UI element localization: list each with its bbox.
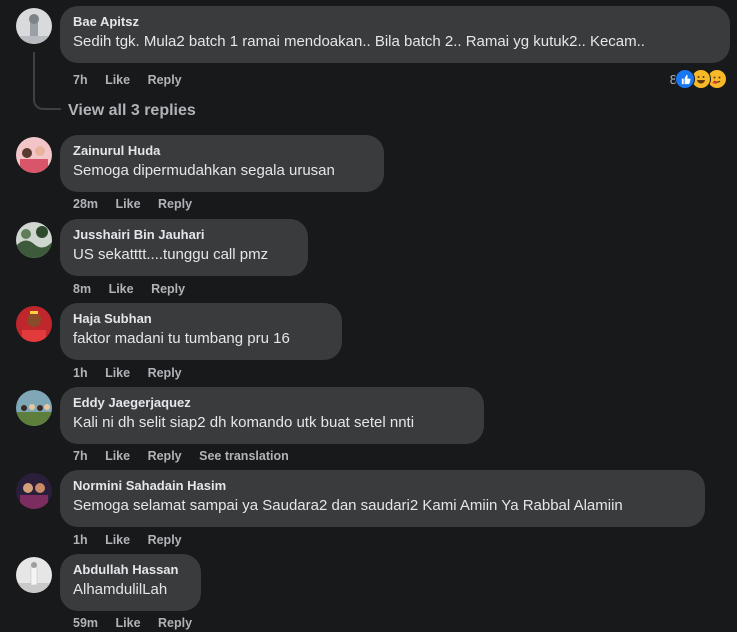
avatar[interactable]: [16, 473, 52, 509]
comment-author[interactable]: Eddy Jaegerjaquez: [73, 395, 471, 411]
like-button[interactable]: Like: [105, 449, 130, 463]
reply-button[interactable]: Reply: [148, 366, 182, 380]
reply-button[interactable]: Reply: [148, 73, 182, 87]
avatar[interactable]: [16, 557, 52, 593]
comment-author[interactable]: Bae Apitsz: [73, 14, 717, 30]
comment-meta: 8m Like Reply: [73, 281, 199, 297]
reaction-summary[interactable]: 8: [670, 68, 727, 90]
see-translation-link[interactable]: See translation: [199, 449, 289, 463]
comment-author[interactable]: Jusshairi Bin Jauhari: [73, 227, 295, 243]
comment-time[interactable]: 1h: [73, 366, 88, 380]
comment-bubble: Jusshairi Bin Jauhari US sekatttt....tun…: [60, 219, 308, 276]
reply-button[interactable]: Reply: [158, 616, 192, 630]
comment-text: Sedih tgk. Mula2 batch 1 ramai mendoakan…: [73, 33, 645, 50]
reply-button[interactable]: Reply: [148, 533, 182, 547]
like-button[interactable]: Like: [109, 282, 134, 296]
comment-bubble: Normini Sahadain Hasim Semoga selamat sa…: [60, 470, 705, 527]
avatar[interactable]: [16, 137, 52, 173]
comment-meta: 7h Like Reply See translation: [73, 448, 303, 464]
comment-text: faktor madani tu tumbang pru 16: [73, 330, 290, 347]
comment-meta: 1h Like Reply: [73, 532, 196, 548]
comment-time[interactable]: 59m: [73, 616, 98, 630]
comment-text: Semoga dipermudahkan segala urusan: [73, 162, 335, 179]
comment-bubble: Haja Subhan faktor madani tu tumbang pru…: [60, 303, 342, 360]
comment-time[interactable]: 7h: [73, 449, 88, 463]
comment-bubble: Zainurul Huda Semoga dipermudahkan segal…: [60, 135, 384, 192]
like-button[interactable]: Like: [116, 197, 141, 211]
reply-button[interactable]: Reply: [158, 197, 192, 211]
comment-text: US sekatttt....tunggu call pmz: [73, 246, 269, 263]
comment-meta: 28m Like Reply: [73, 196, 206, 212]
reply-button[interactable]: Reply: [151, 282, 185, 296]
comment-meta: 7h Like Reply: [73, 72, 196, 88]
comment-time[interactable]: 1h: [73, 533, 88, 547]
comment-author[interactable]: Haja Subhan: [73, 311, 329, 327]
reply-thread-connector: [33, 52, 61, 110]
like-button[interactable]: Like: [105, 533, 130, 547]
comment-author[interactable]: Zainurul Huda: [73, 143, 371, 159]
comment-bubble: Bae Apitsz Sedih tgk. Mula2 batch 1 rama…: [60, 6, 730, 63]
comment-text: Semoga selamat sampai ya Saudara2 dan sa…: [73, 497, 623, 514]
comment-author[interactable]: Normini Sahadain Hasim: [73, 478, 692, 494]
comment-time[interactable]: 8m: [73, 282, 91, 296]
comment-time[interactable]: 7h: [73, 73, 88, 87]
comment-bubble: Eddy Jaegerjaquez Kali ni dh selit siap2…: [60, 387, 484, 444]
comment-author[interactable]: Abdullah Hassan: [73, 562, 188, 578]
avatar[interactable]: [16, 390, 52, 426]
comment-text: AlhamdulilLah: [73, 581, 168, 598]
avatar[interactable]: [16, 8, 52, 44]
view-replies-link[interactable]: View all 3 replies: [68, 101, 196, 121]
comment-text: Kali ni dh selit siap2 dh komando utk bu…: [73, 414, 415, 431]
comment-time[interactable]: 28m: [73, 197, 98, 211]
comment-meta: 1h Like Reply: [73, 365, 196, 381]
like-button[interactable]: Like: [116, 616, 141, 630]
reply-button[interactable]: Reply: [148, 449, 182, 463]
avatar[interactable]: [16, 306, 52, 342]
like-button[interactable]: Like: [105, 366, 130, 380]
avatar[interactable]: [16, 222, 52, 258]
comment-item-bae-apitsz: Bae Apitsz Sedih tgk. Mula2 batch 1 rama…: [0, 0, 737, 130]
like-reaction-icon: [675, 69, 695, 89]
comment-bubble: Abdullah Hassan AlhamdulilLah: [60, 554, 201, 611]
comment-meta: 59m Like Reply: [73, 615, 206, 631]
like-button[interactable]: Like: [105, 73, 130, 87]
